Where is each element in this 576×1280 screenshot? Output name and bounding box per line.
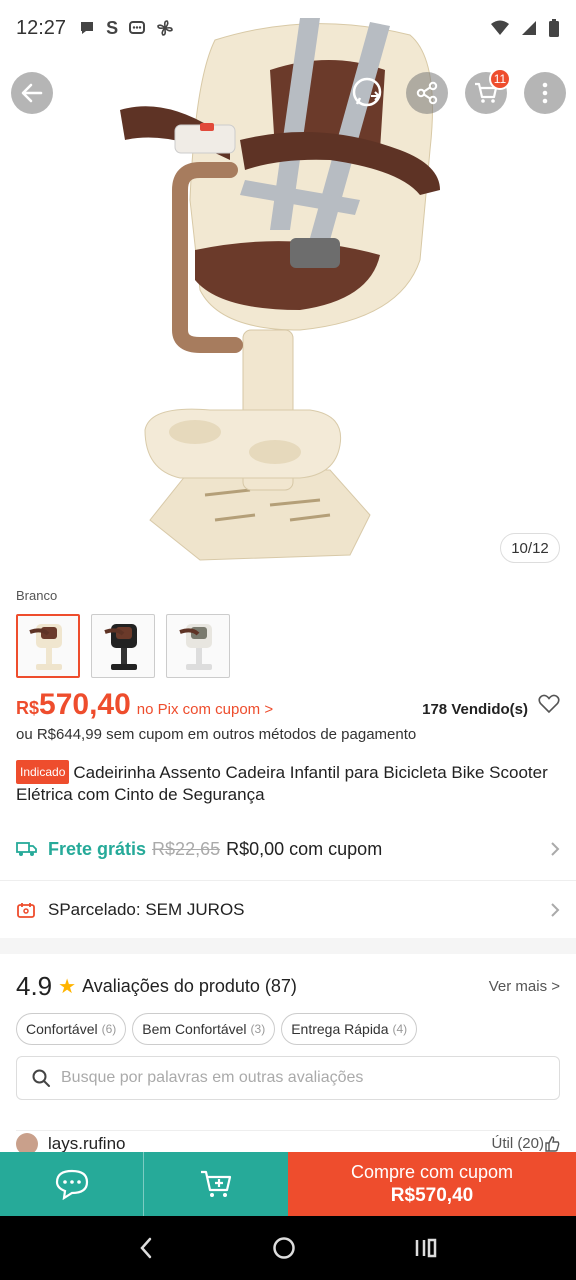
more-options-button[interactable] (524, 72, 566, 114)
notification-icons: S (78, 18, 174, 39)
chat-icon (55, 1169, 88, 1200)
review-search-input[interactable] (61, 1069, 541, 1087)
battery-icon (549, 19, 559, 37)
installment-icon (16, 901, 40, 919)
buy-price: R$570,40 (390, 1184, 474, 1206)
share-icon (416, 81, 438, 105)
add-to-cart-icon (201, 1170, 232, 1197)
product-title: Indicado Cadeirinha Assento Cadeira Infan… (16, 760, 556, 806)
variant-image (179, 624, 212, 670)
variant-image (104, 624, 137, 670)
whatsapp-icon (352, 77, 382, 107)
bottom-left-actions (0, 1152, 288, 1216)
share-button[interactable] (406, 72, 448, 114)
shipping-old-price: R$22,65 (152, 838, 221, 859)
s-app-icon: S (106, 17, 119, 38)
shipping-new-price: R$0,00 com cupom (226, 838, 383, 859)
truck-icon (16, 841, 40, 857)
free-shipping-label: Frete grátis (48, 838, 147, 859)
chip-bem-confortavel[interactable]: Bem Confortável (3) (132, 1013, 276, 1045)
variant-thumbnail-gray[interactable] (166, 614, 230, 678)
shipping-row[interactable]: Frete grátis R$22,65 R$0,00 com cupom (0, 820, 576, 878)
section-divider (0, 938, 576, 954)
signal-icon (522, 21, 536, 35)
arrow-left-icon (21, 83, 43, 103)
nav-back-icon[interactable] (138, 1236, 154, 1260)
product-title-text: Cadeirinha Assento Cadeira Infantil para… (16, 763, 548, 804)
review-filter-chips: Confortável (6) Bem Confortável (3) Entreg… (16, 1013, 418, 1045)
nav-recents-icon[interactable] (414, 1237, 438, 1259)
system-icons (490, 18, 560, 38)
reviews-header: 4.9 ★ Avaliações do produto (87) Ver mai… (16, 968, 560, 1004)
price-currency: R$ (16, 698, 40, 718)
pix-coupon-link[interactable]: no Pix com cupom > (137, 701, 273, 718)
variant-thumbnail-black[interactable] (91, 614, 155, 678)
star-icon: ★ (58, 975, 77, 998)
chip-confortavel[interactable]: Confortável (6) (16, 1013, 127, 1045)
whatsapp-share-button[interactable] (347, 72, 389, 114)
variant-thumbnail-white[interactable] (16, 614, 80, 678)
back-button[interactable] (11, 72, 53, 114)
search-icon (32, 1069, 50, 1087)
sold-count: 178 Vendido(s) (422, 701, 528, 718)
chevron-right-icon (551, 842, 560, 856)
installments-row[interactable]: SParcelado: SEM JUROS (0, 880, 576, 938)
cart-badge: 11 (489, 68, 511, 90)
nav-home-icon[interactable] (271, 1235, 297, 1261)
price-value: 570,40 (39, 688, 131, 721)
message-icon (129, 21, 146, 34)
recommended-tag: Indicado (16, 760, 70, 784)
fan-icon (157, 20, 173, 36)
more-vertical-icon (542, 82, 548, 104)
variant-label: Branco (16, 588, 58, 603)
chat-bubble-icon (81, 22, 94, 34)
status-bar: 12:27 S (0, 0, 576, 56)
see-more-link[interactable]: Ver mais > (489, 978, 560, 995)
image-counter: 10/12 (500, 533, 560, 563)
chat-button[interactable] (0, 1152, 144, 1216)
review-search-box[interactable] (16, 1056, 560, 1100)
alt-price-text: ou R$644,99 sem cupom em outros métodos … (16, 726, 417, 743)
add-to-cart-button[interactable] (144, 1152, 288, 1216)
cart-button[interactable]: 11 (465, 68, 511, 114)
variant-image (29, 624, 62, 670)
rating-value: 4.9 (16, 970, 53, 1001)
installments-label: SParcelado: SEM JUROS (48, 899, 245, 919)
chevron-right-icon (551, 902, 560, 917)
wifi-icon (491, 20, 509, 35)
bottom-action-bar: Compre com cupom R$570,40 (0, 1152, 576, 1216)
variant-list (16, 614, 230, 678)
top-action-bar: 11 (0, 68, 576, 116)
buy-with-coupon-button[interactable]: Compre com cupom R$570,40 (288, 1152, 576, 1216)
chip-entrega-rapida[interactable]: Entrega Rápida (4) (281, 1013, 418, 1045)
buy-label: Compre com cupom (350, 1161, 514, 1182)
price-row: R$ 570,40 no Pix com cupom > 178 Vendido… (16, 688, 560, 724)
heart-icon[interactable] (538, 694, 560, 714)
system-navigation-bar (0, 1216, 576, 1280)
reviews-title: Avaliações do produto (87) (82, 975, 297, 996)
thumbs-up-icon[interactable] (544, 1135, 560, 1152)
helpful-button[interactable]: Útil (20) (491, 1135, 544, 1152)
status-time: 12:27 (16, 16, 67, 39)
reviewer-name: lays.rufino (48, 1133, 126, 1153)
